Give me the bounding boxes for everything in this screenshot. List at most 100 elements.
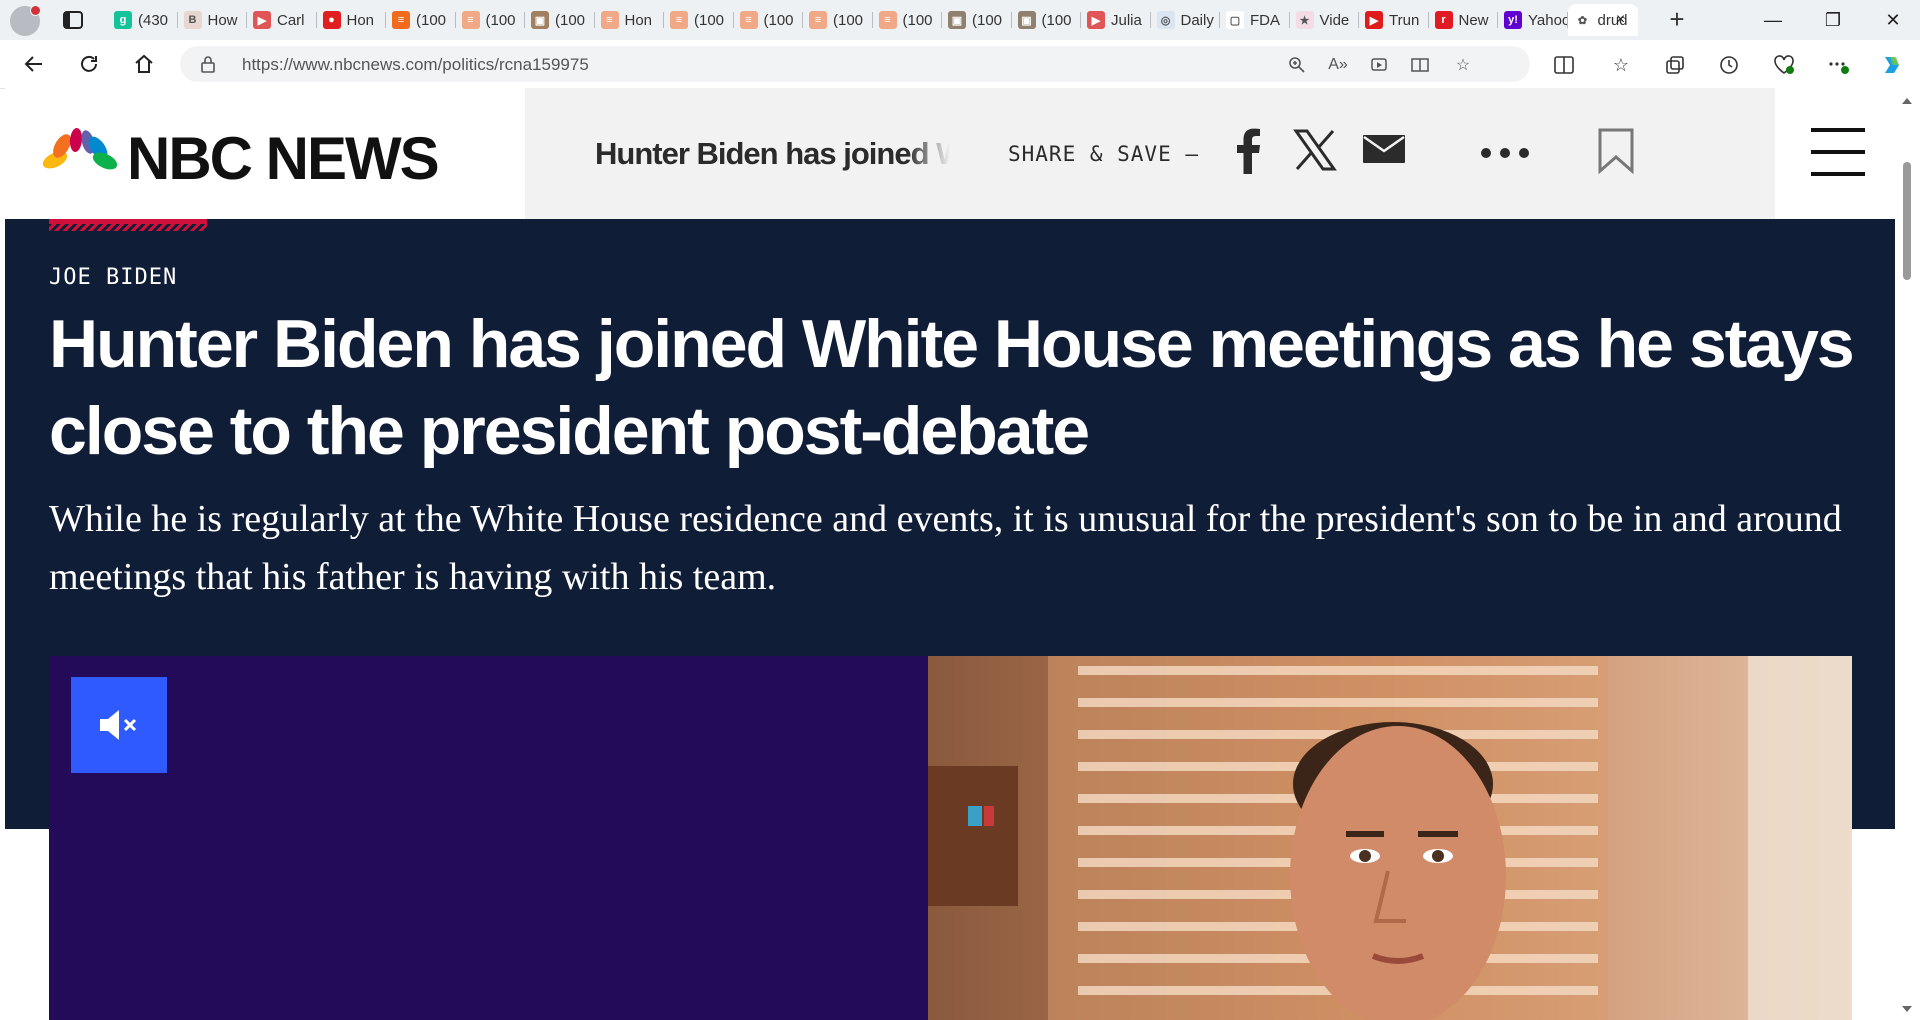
close-tab-icon[interactable]: × [1612, 11, 1630, 29]
nbc-icon: ✿ [1573, 11, 1592, 29]
scrollbar-thumb[interactable] [1903, 162, 1911, 280]
close-window-button[interactable]: ✕ [1870, 0, 1916, 40]
scroll-down-icon[interactable] [1902, 1006, 1912, 1012]
refresh-icon [81, 55, 97, 72]
tab-label: (100 [972, 11, 1003, 29]
new-tab-button[interactable]: + [1663, 6, 1691, 34]
history-icon[interactable] [1717, 53, 1741, 77]
browser-tab[interactable]: ▶ Julia [1081, 4, 1151, 36]
browser-tab[interactable]: ≡ (100 [386, 4, 456, 36]
tab-label: (100 [902, 11, 933, 29]
copilot-icon[interactable] [1880, 53, 1904, 77]
browser-tab[interactable]: ≡ (100 [456, 4, 526, 36]
home-button[interactable] [130, 50, 158, 78]
hamburger-menu-button[interactable] [1775, 88, 1895, 219]
browser-tab[interactable]: ◎ Daily [1151, 4, 1221, 36]
url-text: https://www.nbcnews.com/politics/rcna159… [242, 55, 589, 74]
tab-label: How [207, 11, 238, 29]
browser-tab[interactable]: ▣ (100 [525, 4, 595, 36]
yahoo-icon: y! [1504, 11, 1522, 29]
favorite-star-icon[interactable]: ☆ [1453, 55, 1473, 75]
browser-toolbar: https://www.nbcnews.com/politics/rcna159… [0, 40, 1920, 89]
collections-icon[interactable] [1663, 53, 1687, 77]
muted-speaker-icon [100, 710, 137, 740]
browser-tab[interactable]: ≡ (100 [873, 4, 943, 36]
refresh-button[interactable] [75, 50, 103, 78]
x-icon[interactable] [1293, 128, 1337, 172]
nbc-peacock-icon [42, 128, 118, 176]
r-icon: r [1434, 11, 1453, 29]
notification-dot [30, 5, 41, 16]
video-player[interactable] [49, 656, 1852, 1020]
split-screen-icon[interactable] [1552, 53, 1576, 77]
scroll-up-icon[interactable] [1902, 98, 1912, 104]
minimize-button[interactable]: — [1750, 0, 1796, 40]
menu-bar-icon [1811, 172, 1865, 176]
facebook-icon[interactable] [1235, 126, 1261, 176]
email-icon[interactable] [1363, 135, 1405, 163]
browser-tab[interactable]: ▶ Trun [1359, 4, 1429, 36]
brand-wordmark: NBC NEWS [127, 125, 440, 192]
browser-tab[interactable]: ▣ (100 [942, 4, 1012, 36]
tab-label: Hon [346, 11, 375, 29]
zoom-icon[interactable] [1287, 55, 1307, 75]
site-header: NBC NEWS Hunter Biden has joined White H… [5, 88, 1895, 219]
browser-tab-strip: g (430 B How ▶ Carl ● Hon ≡ (100 ≡ (100 ▣ (100 ≡ Hon ≡ (1… [0, 0, 1920, 40]
reader-icon: ≡ [392, 11, 410, 29]
tab-label: Julia [1111, 11, 1142, 29]
youtube-icon: ▶ [253, 11, 271, 29]
address-bar[interactable]: https://www.nbcnews.com/politics/rcna159… [180, 46, 1530, 82]
article-dek: While he is regularly at the White House… [49, 498, 1842, 598]
youtube-icon: ▶ [1087, 11, 1105, 29]
sticky-article-title: Hunter Biden has joined White House meet… [595, 136, 950, 171]
more-icon[interactable] [1480, 146, 1530, 160]
browser-tab[interactable]: ≡ (100 [803, 4, 873, 36]
browser-tab[interactable]: ▣ (100 [1012, 4, 1082, 36]
home-icon [135, 54, 153, 73]
tab-label: FDA [1250, 11, 1280, 29]
tab-label: (100 [833, 11, 864, 29]
browser-tab[interactable]: ≡ (100 [734, 4, 804, 36]
browser-tab[interactable]: ≡ Hon [595, 4, 665, 36]
tab-label: (100 [555, 11, 586, 29]
performance-icon[interactable] [1772, 53, 1796, 77]
browser-tab[interactable]: ● Hon [317, 4, 387, 36]
read-aloud-icon[interactable]: A» [1328, 55, 1348, 75]
browser-tab[interactable]: ▶ Carl [247, 4, 317, 36]
video-icon[interactable] [1370, 55, 1390, 75]
tab-label: New [1458, 11, 1489, 29]
photo-icon: ▣ [1017, 11, 1036, 29]
tab-label: (430 [138, 11, 169, 29]
bookmark-icon[interactable] [1597, 128, 1635, 174]
browser-tab[interactable]: B How [178, 4, 248, 36]
page-scrollbar[interactable] [1895, 88, 1920, 1020]
maximize-button[interactable]: ❐ [1810, 0, 1856, 40]
back-arrow-icon [24, 56, 42, 72]
mute-button[interactable] [71, 677, 167, 773]
menu-bar-icon [1811, 128, 1865, 132]
tab-label: Daily [1180, 11, 1214, 29]
browser-tab[interactable]: ≡ (100 [664, 4, 734, 36]
profile-avatar[interactable] [10, 5, 41, 36]
favorites-icon[interactable]: ☆ [1609, 53, 1633, 77]
browser-tab[interactable]: ★ Vide [1290, 4, 1360, 36]
browser-tab[interactable]: y! Yahoo [1498, 4, 1568, 36]
reader-icon: ≡ [670, 11, 688, 29]
section-eyebrow[interactable]: JOE BIDEN [49, 265, 177, 290]
tab-list: g (430 B How ▶ Carl ● Hon ≡ (100 ≡ (100 ▣ (100 ≡ Hon ≡ (1… [108, 4, 1638, 36]
browser-tab-active[interactable]: ✿ drud × [1567, 4, 1638, 36]
tab-label: (100 [485, 11, 516, 29]
site-logo[interactable]: NBC NEWS [5, 88, 525, 219]
more-tools-icon[interactable] [1826, 53, 1850, 77]
tab-actions-icon[interactable] [62, 9, 84, 31]
browser-tab[interactable]: r New [1429, 4, 1499, 36]
tab-label: Carl [277, 11, 305, 29]
immersive-reader-icon[interactable] [1410, 55, 1430, 75]
lock-icon [200, 55, 216, 73]
reader-icon: ≡ [809, 11, 827, 29]
back-button[interactable] [20, 50, 48, 78]
reader-icon: ≡ [461, 11, 480, 29]
tab-label: (100 [1041, 11, 1072, 29]
browser-tab[interactable]: g (430 [108, 4, 178, 36]
browser-tab[interactable]: ▢ FDA [1220, 4, 1290, 36]
